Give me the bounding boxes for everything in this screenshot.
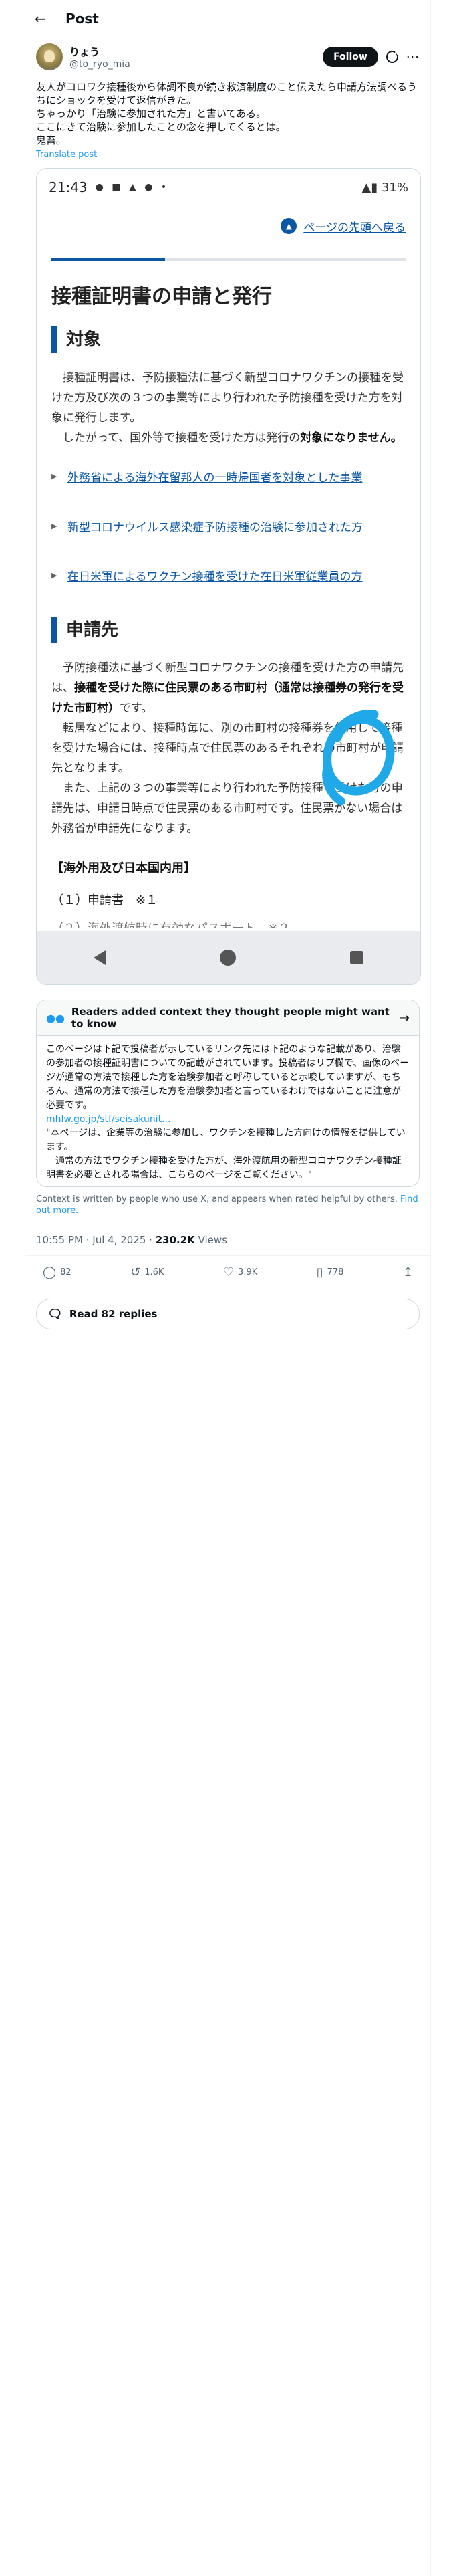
- blue-scribble-annotation: [322, 710, 395, 806]
- author-name[interactable]: りょう: [69, 45, 130, 59]
- triangle-bullet-icon: ▶: [51, 522, 57, 530]
- post-timestamp[interactable]: 10:55 PM · Jul 4, 2025 ·: [36, 1234, 156, 1246]
- like-button[interactable]: ♡ 3.9K: [223, 1265, 257, 1279]
- program-links: ▶ 外務省による海外在留邦人の一時帰国者を対象とした事業 ▶ 新型コロナウイルス感染…: [51, 468, 406, 587]
- bookmark-count: 778: [327, 1267, 344, 1277]
- views-count: 230.2K: [155, 1234, 195, 1246]
- title-rule: [51, 258, 406, 261]
- nav-home-icon: [219, 950, 236, 966]
- battery-indicator: ▲▮ 31%: [361, 180, 409, 195]
- community-note-quote: "本ページは、企業等の治験に参加し、ワクチンを接種した方向けの情報を提供していま…: [46, 1128, 406, 1180]
- community-note-body: このページは下記で投稿者が示しているリンク先には下記のような記載があり、治験の参…: [46, 1044, 410, 1111]
- share-icon: ↥: [402, 1265, 413, 1279]
- heart-icon: ♡: [222, 1265, 235, 1279]
- avatar[interactable]: [36, 43, 63, 70]
- repost-button[interactable]: ↺ 1.6K: [130, 1265, 164, 1279]
- link-overseas-residents[interactable]: 外務省による海外在留邦人の一時帰国者を対象とした事業: [67, 468, 363, 488]
- community-note: ●● Readers added context they thought pe…: [36, 1000, 420, 1187]
- back-to-top-link[interactable]: ページの先頭へ戻る: [303, 218, 406, 235]
- link-clinical-trial[interactable]: 新型コロナウイルス感染症予防接種の治験に参加された方: [67, 518, 363, 538]
- target-paragraph: 接種証明書は、予防接種法に基づく新型コロナワクチンの接種を受けた方及び次の３つの…: [51, 371, 404, 445]
- grok-icon[interactable]: [386, 51, 398, 63]
- battery-percent: 31%: [381, 180, 408, 195]
- triangle-bullet-icon: ▶: [51, 571, 57, 580]
- repost-count: 1.6K: [144, 1267, 164, 1277]
- overseas-domestic-heading: 【海外用及び日本国内用】: [51, 861, 196, 875]
- speech-bubble-icon: 🗨: [47, 1307, 63, 1321]
- arrow-right-icon[interactable]: →: [400, 1011, 410, 1025]
- requirement-item-1: （１）申請書 ※１: [51, 893, 158, 907]
- more-options-icon[interactable]: ···: [406, 50, 420, 64]
- webpage-content: ▲ ページの先頭へ戻る 接種証明書の申請と発行 対象 接種証明書は、予防接種法に…: [37, 206, 420, 928]
- reply-count: 82: [60, 1267, 71, 1277]
- author-row: りょう @to_ryo_mia Follow ···: [25, 37, 430, 74]
- author-handle[interactable]: @to_ryo_mia: [69, 59, 130, 70]
- webpage-title: 接種証明書の申請と発行: [51, 285, 272, 308]
- requirement-item-2: （２）海外渡航時に有効なパスポート ※２: [51, 919, 406, 928]
- follow-button[interactable]: Follow: [323, 47, 378, 67]
- bookmark-button[interactable]: ▯ 778: [317, 1265, 344, 1279]
- share-button[interactable]: ↥: [403, 1265, 413, 1279]
- like-count: 3.9K: [238, 1267, 258, 1277]
- translate-post-link[interactable]: Translate post: [25, 147, 430, 160]
- status-time: 21:43: [49, 179, 88, 195]
- section-heading-target: 対象: [51, 326, 406, 353]
- nav-back-icon: [94, 950, 106, 965]
- attached-screenshot[interactable]: 21:43 ● ■ ▲ ● • ▲▮ 31% ▲ ページの先頭へ戻る 接種証明書…: [36, 168, 421, 985]
- post-column: ← Post りょう @to_ryo_mia Follow ··· 友人がコロワ…: [25, 0, 430, 2576]
- android-nav-bar: [37, 931, 420, 984]
- read-replies-button[interactable]: 🗨 Read 82 replies: [36, 1299, 420, 1329]
- reply-button[interactable]: ◯ 82: [43, 1265, 71, 1279]
- top-bar: ← Post: [25, 0, 430, 37]
- left-gutter: [0, 0, 25, 2576]
- community-note-title: Readers added context they thought peopl…: [71, 1006, 390, 1030]
- bookmark-icon: ▯: [316, 1265, 323, 1279]
- back-arrow-icon[interactable]: ←: [35, 11, 59, 27]
- community-note-link[interactable]: mhlw.go.jp/stf/seisakunit...: [37, 1113, 419, 1126]
- page-title: Post: [65, 11, 99, 27]
- repost-icon: ↺: [130, 1265, 141, 1279]
- link-us-forces[interactable]: 在日米軍によるワクチン接種を受けた在日米軍従業員の方: [67, 567, 363, 587]
- tweet-text: 友人がコロワク接種後から体調不良が続き救済制度のこと伝えたら申請方法調べるうちに…: [36, 81, 418, 146]
- section-heading-applicant: 申請先: [51, 617, 406, 643]
- reply-icon: ◯: [43, 1265, 57, 1279]
- community-note-header[interactable]: ●● Readers added context they thought pe…: [37, 1000, 419, 1036]
- phone-status-bar: 21:43 ● ■ ▲ ● • ▲▮ 31%: [37, 169, 420, 206]
- people-icon: ●●: [46, 1011, 65, 1025]
- right-gutter: [430, 0, 451, 2576]
- post-meta: 10:55 PM · Jul 4, 2025 · 230.2K Views: [25, 1224, 430, 1256]
- note-footnote: Context is written by people who use X, …: [36, 1194, 418, 1216]
- triangle-bullet-icon: ▶: [51, 472, 57, 481]
- nav-recents-icon: [349, 951, 363, 964]
- read-replies-label: Read 82 replies: [69, 1308, 158, 1320]
- notification-icons: ● ■ ▲ ● •: [95, 182, 170, 193]
- action-bar: ◯ 82 ↺ 1.6K ♡ 3.9K ▯ 778 ↥: [25, 1256, 430, 1289]
- chevron-up-icon: ▲: [281, 218, 297, 234]
